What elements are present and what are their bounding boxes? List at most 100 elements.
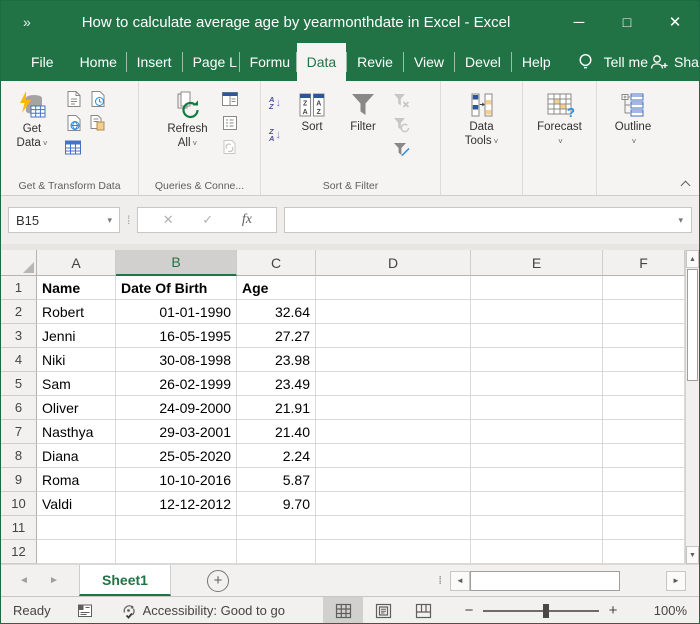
cell-D4[interactable] (316, 348, 471, 372)
name-box[interactable]: B15 ▾ (8, 207, 120, 233)
new-sheet-button[interactable]: + (207, 570, 229, 592)
zoom-level[interactable]: 100% (631, 603, 687, 618)
zoom-in-button[interactable]: + (601, 602, 625, 619)
cell-C3[interactable]: 27.27 (237, 324, 316, 348)
cell-B2[interactable]: 01-01-1990 (116, 300, 237, 324)
cell-A6[interactable]: Oliver (37, 396, 116, 420)
column-header-E[interactable]: E (471, 250, 603, 276)
accessibility-status[interactable]: Accessibility: Good to go (121, 603, 285, 619)
close-button[interactable]: ✕ (651, 1, 699, 43)
cell-B7[interactable]: 29-03-2001 (116, 420, 237, 444)
row-header-12[interactable]: 12 (1, 540, 37, 564)
sort-button[interactable]: Z A A Z Sort (288, 84, 336, 170)
properties-button[interactable] (219, 112, 241, 134)
cell-E3[interactable] (471, 324, 603, 348)
cell-D3[interactable] (316, 324, 471, 348)
insert-function-icon[interactable]: fx (242, 212, 252, 228)
cell-A7[interactable]: Nasthya (37, 420, 116, 444)
cell-C6[interactable]: 21.91 (237, 396, 316, 420)
cell-E8[interactable] (471, 444, 603, 468)
sheet-nav-right-icon[interactable]: ► (39, 575, 69, 586)
get-data-button[interactable]: Get Data˅ (4, 84, 60, 170)
tab-scrollbar-splitter[interactable]: ⁞ (438, 575, 442, 587)
forecast-button[interactable]: ? Forecast ˅ (530, 84, 590, 170)
cell-A12[interactable] (37, 540, 116, 564)
cell-E12[interactable] (471, 540, 603, 564)
cell-F1[interactable] (603, 276, 685, 300)
tab-formu[interactable]: Formu (240, 43, 296, 81)
cell-B9[interactable]: 10-10-2016 (116, 468, 237, 492)
select-all-corner[interactable] (1, 250, 37, 276)
confirm-entry-icon[interactable]: ✓ (202, 212, 213, 228)
sort-ascending-button[interactable]: AZ ↓ (264, 92, 286, 114)
cell-D11[interactable] (316, 516, 471, 540)
cell-A5[interactable]: Sam (37, 372, 116, 396)
vertical-scroll-thumb[interactable] (687, 269, 698, 381)
scroll-left-button[interactable]: ◄ (450, 571, 470, 591)
macro-recording-icon[interactable] (77, 603, 93, 618)
cell-B4[interactable]: 30-08-1998 (116, 348, 237, 372)
queries-connections-button[interactable] (219, 88, 241, 110)
column-header-A[interactable]: A (37, 250, 116, 276)
tab-view[interactable]: View (404, 43, 454, 81)
cell-E9[interactable] (471, 468, 603, 492)
row-header-1[interactable]: 1 (1, 276, 37, 300)
horizontal-scrollbar[interactable]: ◄ ► (450, 571, 686, 591)
tab-file[interactable]: File (15, 43, 70, 81)
horizontal-scroll-thumb[interactable] (470, 571, 620, 591)
normal-view-button[interactable] (323, 597, 363, 624)
cell-A4[interactable]: Niki (37, 348, 116, 372)
cell-E10[interactable] (471, 492, 603, 516)
cell-F2[interactable] (603, 300, 685, 324)
row-header-7[interactable]: 7 (1, 420, 37, 444)
cell-E6[interactable] (471, 396, 603, 420)
cell-F9[interactable] (603, 468, 685, 492)
data-tools-button[interactable]: Data Tools˅ (451, 84, 513, 170)
cell-E4[interactable] (471, 348, 603, 372)
reapply-filter-button[interactable] (390, 114, 412, 136)
cell-C7[interactable]: 21.40 (237, 420, 316, 444)
cell-B6[interactable]: 24-09-2000 (116, 396, 237, 420)
zoom-slider[interactable] (483, 610, 599, 612)
cell-D2[interactable] (316, 300, 471, 324)
advanced-filter-button[interactable] (390, 138, 412, 160)
vertical-scrollbar[interactable]: ▲ ▼ (685, 250, 699, 564)
cell-B11[interactable] (116, 516, 237, 540)
cell-F11[interactable] (603, 516, 685, 540)
collapse-ribbon-button[interactable] (681, 179, 691, 189)
cell-C10[interactable]: 9.70 (237, 492, 316, 516)
cell-F5[interactable] (603, 372, 685, 396)
cell-C9[interactable]: 5.87 (237, 468, 316, 492)
cell-B1[interactable]: Date Of Birth (116, 276, 237, 300)
column-header-C[interactable]: C (237, 250, 316, 276)
cell-F10[interactable] (603, 492, 685, 516)
row-header-2[interactable]: 2 (1, 300, 37, 324)
tell-me-button[interactable]: Tell me (577, 43, 648, 81)
maximize-button[interactable]: □ (603, 1, 651, 43)
formula-input[interactable]: ▾ (284, 207, 692, 233)
cell-C2[interactable]: 32.64 (237, 300, 316, 324)
row-header-8[interactable]: 8 (1, 444, 37, 468)
name-box-dropdown-icon[interactable]: ▾ (107, 215, 112, 226)
zoom-slider-handle[interactable] (543, 604, 549, 618)
tab-help[interactable]: Help (512, 43, 561, 81)
cell-F4[interactable] (603, 348, 685, 372)
cell-F12[interactable] (603, 540, 685, 564)
row-header-10[interactable]: 10 (1, 492, 37, 516)
cell-A2[interactable]: Robert (37, 300, 116, 324)
cell-F3[interactable] (603, 324, 685, 348)
outline-button[interactable]: Outline ˅ (604, 84, 662, 170)
page-layout-view-button[interactable] (363, 597, 403, 624)
cell-C4[interactable]: 23.98 (237, 348, 316, 372)
cancel-entry-icon[interactable]: ✕ (163, 212, 174, 228)
zoom-out-button[interactable]: − (457, 602, 481, 619)
cell-B3[interactable]: 16-05-1995 (116, 324, 237, 348)
row-header-6[interactable]: 6 (1, 396, 37, 420)
scroll-up-button[interactable]: ▲ (686, 250, 699, 268)
scroll-right-button[interactable]: ► (666, 571, 686, 591)
sheet-nav-left-icon[interactable]: ◄ (9, 575, 39, 586)
quick-access-toolbar-icon[interactable]: » (23, 14, 43, 30)
cell-A3[interactable]: Jenni (37, 324, 116, 348)
from-table-range-button[interactable] (62, 136, 84, 158)
horizontal-scroll-track[interactable] (620, 571, 666, 591)
